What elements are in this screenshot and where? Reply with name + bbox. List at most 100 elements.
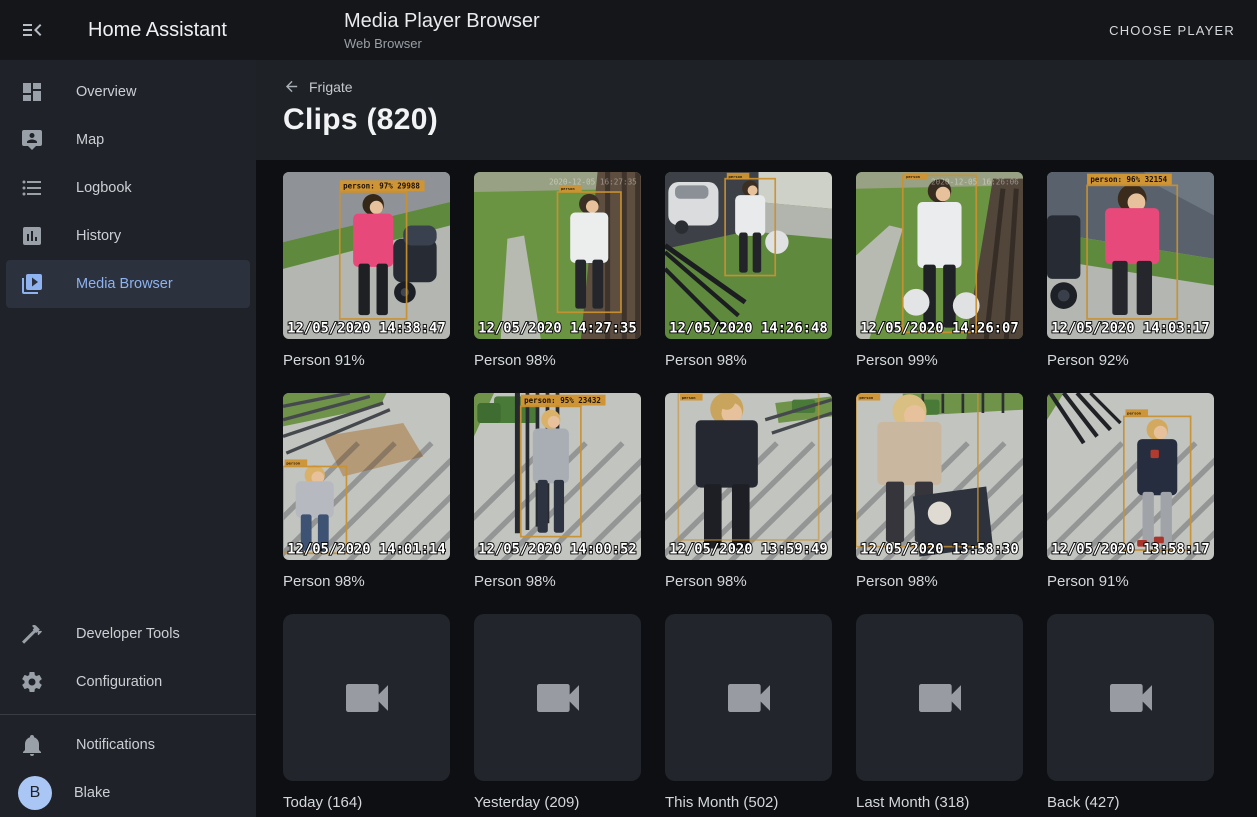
clip-item[interactable]: person 12/05/2020 13:59:49 Person 98%: [665, 393, 832, 592]
sidebar-item-notifications[interactable]: Notifications: [6, 721, 250, 769]
sidebar-spacer: [0, 308, 256, 610]
chart-icon: [20, 224, 44, 248]
play-box-icon: [20, 272, 44, 296]
page-head: Frigate Clips (820): [256, 60, 1257, 160]
video-camera-icon: [721, 670, 777, 726]
svg-text:12/05/2020 14:26:07: 12/05/2020 14:26:07: [860, 321, 1019, 337]
video-camera-icon: [530, 670, 586, 726]
clip-item[interactable]: person: 96% 32154 12/05/2020 14:03:17 Per…: [1047, 172, 1214, 371]
sidebar-item-history[interactable]: History: [6, 212, 250, 260]
sidebar: Overview Map Logbook History Media Brows…: [0, 60, 256, 817]
video-camera-icon: [1103, 670, 1159, 726]
svg-text:12/05/2020 14:27:35: 12/05/2020 14:27:35: [478, 321, 637, 337]
menu-open-icon[interactable]: [20, 18, 44, 42]
clip-thumbnail: person 12/05/2020 13:58:30: [856, 393, 1023, 560]
gear-icon: [20, 670, 44, 694]
clips-grid: person: 97% 2998812/05/2020 14:38:47 Per…: [283, 172, 1257, 813]
folder-item[interactable]: Today (164): [283, 614, 450, 813]
video-camera-icon: [339, 670, 395, 726]
svg-text:12/05/2020 14:03:17: 12/05/2020 14:03:17: [1051, 321, 1210, 337]
folder-caption: Last Month (318): [856, 793, 1023, 813]
svg-text:12/05/2020 14:38:47: 12/05/2020 14:38:47: [287, 321, 446, 337]
sidebar-item-configuration[interactable]: Configuration: [6, 658, 250, 706]
sidebar-item-media-browser[interactable]: Media Browser: [6, 260, 250, 308]
sidebar-divider: [0, 714, 256, 715]
topbar-left: Home Assistant: [0, 18, 344, 42]
folder-card: [283, 614, 450, 781]
svg-text:person: person: [682, 395, 696, 400]
clip-item[interactable]: person: 95% 23432 12/05/2020 14:00:52 Per…: [474, 393, 641, 592]
clip-item[interactable]: person 12/05/2020 13:58:30 Person 98%: [856, 393, 1023, 592]
top-app-bar: Home Assistant Media Player Browser Web …: [0, 0, 1257, 60]
folder-caption: Today (164): [283, 793, 450, 813]
folder-item[interactable]: Last Month (318): [856, 614, 1023, 813]
svg-text:2020-12-05 16:27:35: 2020-12-05 16:27:35: [549, 178, 637, 187]
video-camera-icon: [912, 670, 968, 726]
clip-caption: Person 98%: [474, 351, 641, 371]
svg-text:12/05/2020 14:00:52: 12/05/2020 14:00:52: [478, 542, 637, 558]
page-title: Clips (820): [283, 103, 1257, 137]
folder-caption: This Month (502): [665, 793, 832, 813]
sidebar-bottom-list: Notifications B Blake: [0, 721, 256, 817]
clip-thumbnail: person 2020-12-05 16:26:06 12/05/2020 14:2…: [856, 172, 1023, 339]
svg-text:12/05/2020 14:26:48: 12/05/2020 14:26:48: [669, 321, 828, 337]
svg-text:person: 95% 23432: person: 95% 23432: [524, 396, 601, 405]
clips-content: person: 97% 2998812/05/2020 14:38:47 Per…: [256, 160, 1257, 817]
sidebar-item-overview[interactable]: Overview: [6, 68, 250, 116]
svg-text:12/05/2020 13:59:49: 12/05/2020 13:59:49: [669, 542, 828, 558]
folder-card: [474, 614, 641, 781]
sidebar-tools-list: Developer Tools Configuration: [0, 610, 256, 706]
folder-item[interactable]: This Month (502): [665, 614, 832, 813]
page-header-subtitle: Web Browser: [344, 36, 1109, 51]
svg-text:person: 96% 32154: person: 96% 32154: [1090, 175, 1167, 184]
sidebar-main-list: Overview Map Logbook History Media Brows…: [0, 68, 256, 308]
clip-item[interactable]: person2020-12-05 16:27:35 12/05/2020 14:2…: [474, 172, 641, 371]
clip-item[interactable]: person: 97% 2998812/05/2020 14:38:47 Per…: [283, 172, 450, 371]
svg-text:12/05/2020 13:58:17: 12/05/2020 13:58:17: [1051, 542, 1210, 558]
clip-thumbnail: person2020-12-05 16:27:35 12/05/2020 14:2…: [474, 172, 641, 339]
svg-text:2020-12-05 16:26:06: 2020-12-05 16:26:06: [931, 178, 1019, 187]
app-shell: Overview Map Logbook History Media Brows…: [0, 60, 1257, 817]
clip-thumbnail: person: 96% 32154 12/05/2020 14:03:17: [1047, 172, 1214, 339]
sidebar-item-developer-tools[interactable]: Developer Tools: [6, 610, 250, 658]
svg-text:person: person: [1127, 410, 1141, 415]
svg-text:person: person: [859, 395, 873, 400]
main-content: Frigate Clips (820) person: 97% 2998812/…: [256, 60, 1257, 817]
svg-text:person: person: [906, 174, 920, 179]
breadcrumb-label: Frigate: [309, 79, 353, 95]
clip-caption: Person 98%: [856, 572, 1023, 592]
clip-thumbnail: person: 95% 23432 12/05/2020 14:00:52: [474, 393, 641, 560]
svg-text:person: person: [561, 186, 575, 191]
clip-thumbnail: person12/05/2020 14:01:14: [283, 393, 450, 560]
list-icon: [20, 176, 44, 200]
svg-text:12/05/2020 13:58:30: 12/05/2020 13:58:30: [860, 542, 1019, 558]
folder-caption: Yesterday (209): [474, 793, 641, 813]
clip-caption: Person 92%: [1047, 351, 1214, 371]
folder-caption: Back (427): [1047, 793, 1214, 813]
account-tooltip-icon: [20, 128, 44, 152]
breadcrumb-back[interactable]: Frigate: [283, 78, 353, 95]
choose-player-button[interactable]: CHOOSE PLAYER: [1109, 23, 1235, 38]
folder-card: [665, 614, 832, 781]
clip-item[interactable]: person12/05/2020 14:01:14 Person 98%: [283, 393, 450, 592]
folder-item[interactable]: Back (427): [1047, 614, 1214, 813]
clip-caption: Person 98%: [474, 572, 641, 592]
sidebar-item-logbook[interactable]: Logbook: [6, 164, 250, 212]
folder-card: [1047, 614, 1214, 781]
avatar: B: [18, 776, 52, 810]
clip-caption: Person 99%: [856, 351, 1023, 371]
sidebar-item-profile[interactable]: B Blake: [6, 769, 250, 817]
clip-item[interactable]: person12/05/2020 13:58:17 Person 91%: [1047, 393, 1214, 592]
clip-thumbnail: person12/05/2020 14:26:48: [665, 172, 832, 339]
media-player-header: Media Player Browser Web Browser: [344, 10, 1109, 51]
clip-thumbnail: person 12/05/2020 13:58:17: [1047, 393, 1214, 560]
folder-item[interactable]: Yesterday (209): [474, 614, 641, 813]
clip-thumbnail: person 12/05/2020 13:59:49: [665, 393, 832, 560]
sidebar-item-map[interactable]: Map: [6, 116, 250, 164]
clip-item[interactable]: person 2020-12-05 16:26:06 12/05/2020 14:2…: [856, 172, 1023, 371]
dashboard-icon: [20, 80, 44, 104]
clip-thumbnail: person: 97% 2998812/05/2020 14:38:47: [283, 172, 450, 339]
app-title: Home Assistant: [88, 19, 227, 42]
clip-item[interactable]: person12/05/2020 14:26:48 Person 98%: [665, 172, 832, 371]
clip-caption: Person 98%: [665, 572, 832, 592]
